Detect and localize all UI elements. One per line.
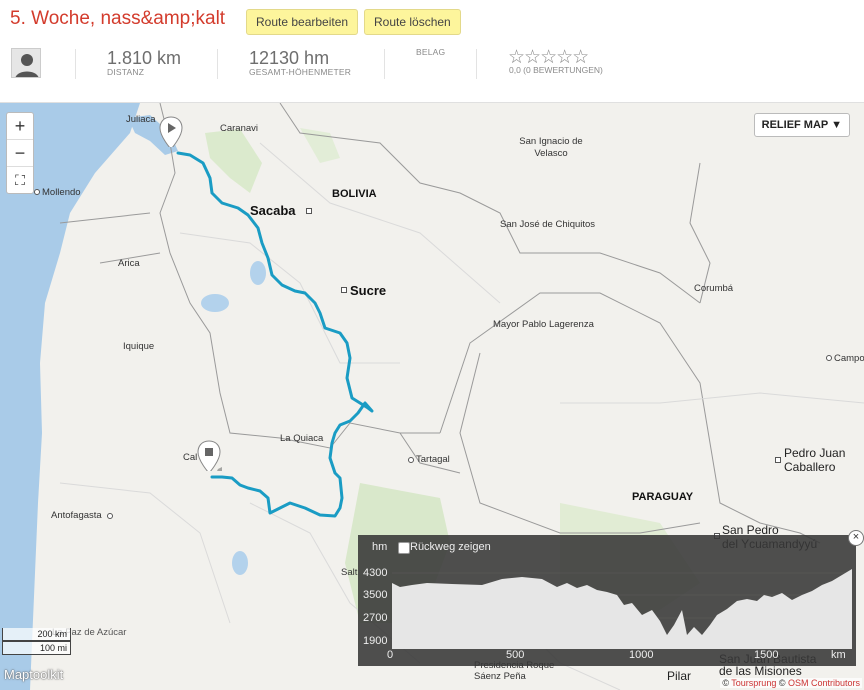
- fullscreen-icon[interactable]: ⛶: [7, 167, 33, 193]
- x-tick-1500: 1500: [754, 649, 779, 661]
- map-attribution: © Toursprung © OSM Contributors: [720, 678, 862, 688]
- avatar[interactable]: [11, 48, 41, 78]
- y-tick-4300: 4300: [363, 567, 388, 579]
- y-tick-2700: 2700: [363, 612, 388, 624]
- zoom-out-button[interactable]: −: [7, 140, 33, 167]
- map-label-paraguay: PARAGUAY: [632, 491, 694, 503]
- x-axis-unit: km: [831, 649, 846, 661]
- route-title: 5. Woche, nass&amp;kalt: [10, 8, 226, 29]
- y-tick-1900: 1900: [363, 635, 388, 647]
- route-end-marker-icon[interactable]: [196, 439, 222, 471]
- scale-km: 200 km: [2, 628, 71, 641]
- relief-map-dropdown[interactable]: RELIEF MAP ▼: [753, 113, 850, 137]
- divider: [75, 49, 76, 79]
- user-icon: [15, 54, 39, 77]
- distance-label: DISTANZ: [107, 67, 145, 77]
- map-dot: [107, 513, 113, 519]
- return-route-checkbox[interactable]: [398, 542, 410, 554]
- zoom-in-button[interactable]: +: [7, 113, 33, 140]
- maptoolkit-logo[interactable]: Maptoolkit: [4, 667, 63, 682]
- map-label-juliaca: Juliaca: [126, 114, 156, 125]
- y-tick-3500: 3500: [363, 589, 388, 601]
- surface-label: BELAG: [416, 47, 446, 57]
- map-label-mollendo: Mollendo: [42, 187, 81, 198]
- attribution-link-osm[interactable]: OSM Contributors: [788, 678, 860, 688]
- x-tick-1000: 1000: [629, 649, 654, 661]
- return-route-label[interactable]: Rückweg zeigen: [410, 541, 491, 553]
- attribution-link-toursprung[interactable]: Toursprung: [731, 678, 776, 688]
- scale-mi: 100 mi: [2, 641, 71, 655]
- map-label-bolivia: BOLIVIA: [332, 188, 377, 200]
- elevation-chart[interactable]: [392, 555, 852, 649]
- map-label-la-quiaca: La Quiaca: [280, 433, 324, 444]
- map-scale: 200 km 100 mi: [2, 628, 71, 655]
- map-label-mayor: Mayor Pablo Lagerenza: [493, 319, 594, 330]
- attribution-text: ©: [722, 678, 732, 688]
- map-square: [775, 457, 781, 463]
- map-label-caranavi: Caranavi: [220, 123, 259, 134]
- divider: [384, 49, 385, 79]
- map-dot: [408, 457, 414, 463]
- map-label-pedro-juan: Pedro Juan Caballero: [784, 446, 846, 474]
- map-square: [306, 208, 312, 214]
- map-label-san-ignacio: San Ignacio de Velasco: [519, 136, 583, 159]
- map-dot: [34, 189, 40, 195]
- elevation-unit: hm: [372, 541, 388, 553]
- map-label-campo: Campo: [834, 353, 864, 364]
- distance-stat: 1.810 km DISTANZ: [107, 48, 181, 77]
- rating-text: 0,0 (0 BEWERTUNGEN): [509, 65, 603, 75]
- elevation-profile-panel: hm Rückweg zeigen 4300 3500 2700 1900 0 …: [358, 535, 856, 666]
- map-label-corumba: Corumbá: [694, 283, 734, 294]
- map-dot: [826, 355, 832, 361]
- elevation-value: 12130 hm: [249, 48, 330, 68]
- elevation-stat: 12130 hm GESAMT-HÖHENMETER: [249, 48, 351, 77]
- map-label-sacaba: Sacaba: [250, 203, 296, 218]
- map-label-san-jose: San José de Chiquitos: [500, 219, 596, 230]
- zoom-controls: + − ⛶: [6, 112, 34, 194]
- route-start-marker-icon[interactable]: [158, 115, 184, 147]
- edit-route-button[interactable]: Route bearbeiten: [246, 9, 359, 35]
- map-label-arica: Arica: [118, 258, 140, 269]
- attribution-text: ©: [776, 678, 788, 688]
- route-map[interactable]: Juliaca Caranavi Mollendo Sacaba BOLIVIA…: [0, 102, 864, 690]
- x-tick-0: 0: [387, 649, 394, 661]
- divider: [217, 49, 218, 79]
- map-label-iquique: Iquique: [123, 341, 155, 352]
- map-square: [341, 287, 347, 293]
- map-label-pilar: Pilar: [667, 669, 692, 683]
- delete-route-button[interactable]: Route löschen: [364, 9, 461, 35]
- surface-stat: BELAG: [416, 48, 445, 57]
- map-label-salta: Salt: [341, 567, 358, 578]
- divider: [476, 49, 477, 79]
- distance-value: 1.810 km: [107, 48, 182, 68]
- map-label-sucre: Sucre: [350, 283, 387, 298]
- map-label-tartagal: Tartagal: [416, 454, 450, 465]
- close-icon[interactable]: ×: [848, 530, 864, 546]
- x-tick-500: 500: [506, 649, 525, 661]
- map-label-antofagasta: Antofagasta: [51, 510, 102, 521]
- elevation-label: GESAMT-HÖHENMETER: [249, 67, 352, 77]
